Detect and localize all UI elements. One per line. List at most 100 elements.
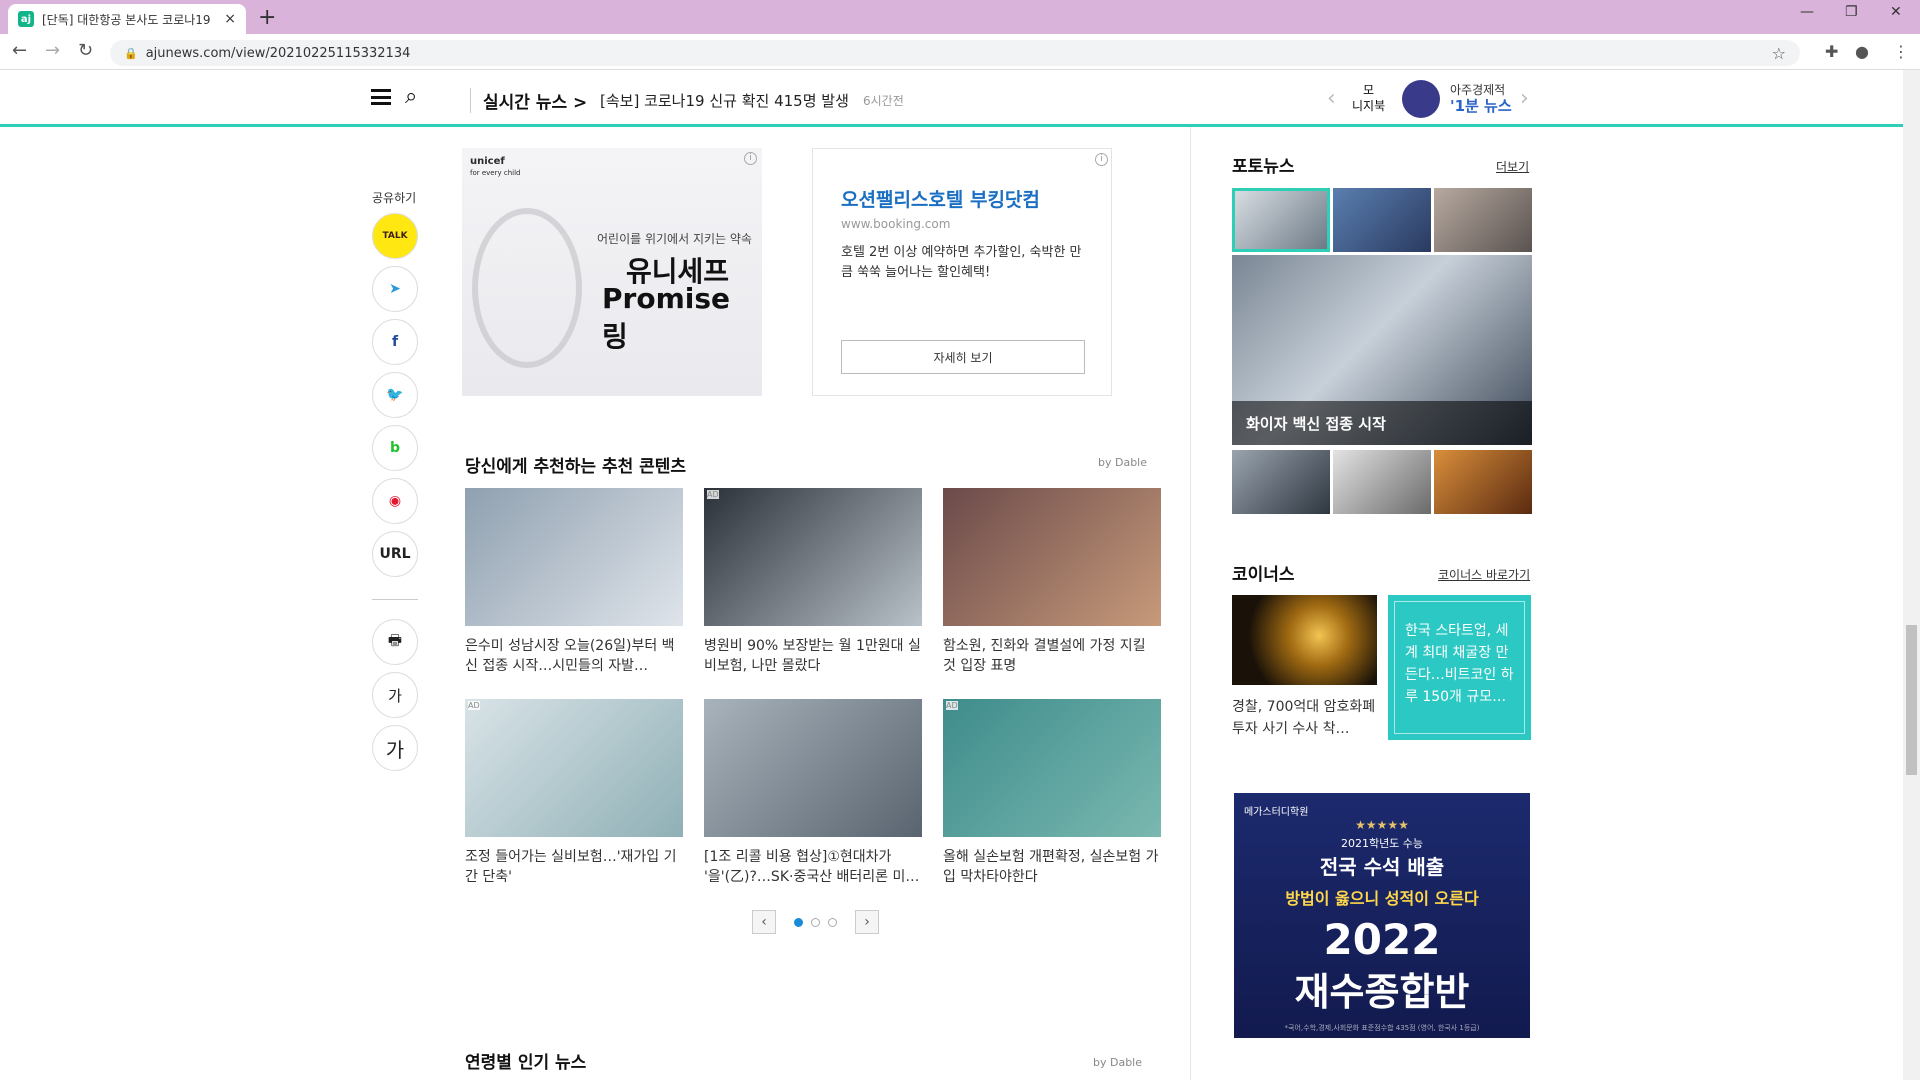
mega-line1: 2021학년도 수능	[1340, 837, 1424, 850]
close-window-icon[interactable]: ✕	[1890, 4, 1902, 20]
url-field[interactable]: 🔒 ajunews.com/view/20210225115332134 ☆	[110, 40, 1800, 66]
realtime-time: 6시간전	[863, 94, 904, 108]
menu-icon[interactable]: ⋮	[1893, 42, 1909, 61]
share-url-button[interactable]: URL	[372, 531, 418, 577]
site-header: ⌕ 실시간 뉴스 > [속보] 코로나19 신규 확진 415명 발생 6시간전…	[0, 70, 1903, 127]
photo-thumbnail[interactable]	[1333, 450, 1431, 514]
recommend-thumbnail[interactable]: AD	[943, 699, 1161, 837]
chevron-left-icon[interactable]: ‹	[1327, 86, 1336, 111]
photo-thumbnail[interactable]	[1333, 188, 1431, 252]
url-text: ajunews.com/view/20210225115332134	[145, 45, 411, 61]
ad-badge: AD	[468, 701, 480, 710]
lock-icon: 🔒	[124, 46, 138, 60]
profile-icon[interactable]: ●	[1855, 42, 1869, 61]
recommend-card[interactable]: 은수미 성남시장 오늘(26일)부터 백신 접종 시작…시민들의 자발…	[465, 488, 683, 676]
one-minute-news-logo[interactable]	[1402, 80, 1440, 118]
print-button[interactable]: 🖶	[372, 619, 418, 665]
page-scrollbar[interactable]	[1903, 70, 1920, 1080]
recommend-caption[interactable]: 함소원, 진화와 결별설에 가정 지킬 것 입장 표명	[943, 636, 1161, 676]
ad-info-icon[interactable]: i	[744, 152, 757, 165]
recommend-caption[interactable]: 은수미 성남시장 오늘(26일)부터 백신 접종 시작…시민들의 자발…	[465, 636, 683, 676]
recommend-card[interactable]: AD 조정 들어가는 실비보험…'재가입 기간 단축'	[465, 699, 683, 887]
unicef-ad[interactable]: unicef for every child 어린이를 위기에서 지키는 약속 유…	[462, 148, 762, 396]
hamburger-menu-icon[interactable]	[371, 89, 391, 105]
back-icon[interactable]: ←	[12, 40, 27, 61]
photo-thumbnail[interactable]	[1232, 450, 1330, 514]
bookmark-star-icon[interactable]: ☆	[1772, 44, 1786, 63]
browser-tab[interactable]: aj [단독] 대한항공 본사도 코로나19 ×	[8, 4, 246, 34]
share-weibo-button[interactable]: ◉	[372, 478, 418, 524]
megastudy-ad[interactable]: 메가스터디학원 ★★★★★ 2021학년도 수능 전국 수석 배출 방법이 옳으…	[1234, 793, 1530, 1038]
photo-news-more-link[interactable]: 더보기	[1496, 158, 1529, 175]
dable-credit[interactable]: by Dable	[1093, 1056, 1142, 1069]
recommend-thumbnail[interactable]	[943, 488, 1161, 626]
recommend-thumbnail[interactable]: AD	[704, 488, 922, 626]
maximize-icon[interactable]: ❐	[1845, 4, 1858, 20]
search-icon[interactable]: ⌕	[405, 84, 417, 109]
chevron-right-icon[interactable]: ›	[1520, 86, 1529, 111]
monijibook-link[interactable]: 모 니지북	[1352, 82, 1385, 114]
realtime-headline[interactable]: [속보] 코로나19 신규 확진 415명 발생	[600, 90, 849, 111]
extensions-icon[interactable]: ✚	[1825, 42, 1838, 61]
booking-ad[interactable]: 오션팰리스호텔 부킹닷컴 www.booking.com 호텔 2번 이상 예약…	[812, 148, 1112, 396]
ad-info-icon[interactable]: i	[1095, 153, 1108, 166]
one-minute-news-link[interactable]: 아주경제적 '1분 뉴스	[1450, 82, 1512, 115]
pager-prev-button[interactable]: ‹	[752, 910, 776, 934]
recommend-thumbnail[interactable]	[704, 699, 922, 837]
coinus-feature-box[interactable]: 한국 스타트업, 세계 최대 채굴장 만든다…비트코인 하루 150개 규모…	[1388, 595, 1531, 740]
unicef-promise: Promise 링	[602, 282, 730, 353]
reload-icon[interactable]: ↻	[78, 40, 93, 61]
minimize-icon[interactable]: —	[1800, 4, 1814, 20]
share-telegram-button[interactable]: ➤	[372, 266, 418, 312]
coinus-box-text: 한국 스타트업, 세계 최대 채굴장 만든다…비트코인 하루 150개 규모…	[1394, 601, 1525, 734]
mega-line2: 전국 수석 배출	[1319, 855, 1445, 879]
share-band-button[interactable]: b	[372, 425, 418, 471]
ad-badge: AD	[707, 490, 719, 499]
share-twitter-button[interactable]: 🐦	[372, 372, 418, 418]
bitcoin-image[interactable]	[1232, 595, 1377, 685]
tab-close-icon[interactable]: ×	[224, 11, 236, 27]
recommend-caption[interactable]: [1조 리콜 비용 협상]①현대차가 '을'(乙)?…SK·중국산 배터리론 미…	[704, 847, 922, 887]
pager-dot[interactable]	[794, 917, 803, 927]
photo-thumbnail[interactable]	[1434, 450, 1532, 514]
font-larger-button[interactable]: 가	[372, 725, 418, 771]
booking-desc: 호텔 2번 이상 예약하면 추가할인, 숙박한 만큼 쑥쑥 늘어나는 할인혜택!	[841, 245, 1082, 280]
pager-next-button[interactable]: ›	[855, 910, 879, 934]
photo-thumbnail[interactable]	[1232, 188, 1330, 252]
share-facebook-button[interactable]: f	[372, 319, 418, 365]
recommend-caption[interactable]: 조정 들어가는 실비보험…'재가입 기간 단축'	[465, 847, 683, 887]
ad-badge: AD	[946, 701, 958, 710]
rings-image	[472, 208, 582, 368]
coinus-link[interactable]: 코이너스 바로가기	[1438, 566, 1530, 583]
scrollbar-thumb[interactable]	[1906, 625, 1917, 775]
mo-line2: 니지북	[1352, 99, 1386, 113]
recommend-thumbnail[interactable]: AD	[465, 699, 683, 837]
share-kakaotalk-button[interactable]: TALK	[372, 213, 418, 259]
recommend-thumbnail[interactable]	[465, 488, 683, 626]
recommend-card[interactable]: AD 올해 실손보험 개편확정, 실손보험 가입 막차타야한다	[943, 699, 1161, 887]
photo-news-main-image[interactable]: 화이자 백신 접종 시작	[1232, 255, 1532, 445]
booking-details-button[interactable]: 자세히 보기	[841, 340, 1085, 374]
megastudy-brand: 메가스터디학원	[1244, 807, 1309, 818]
photo-news-title: 포토뉴스	[1232, 157, 1295, 177]
share-divider	[372, 599, 418, 600]
recommend-card[interactable]: AD 병원비 90% 보장받는 월 1만원대 실비보험, 나만 몰랐다	[704, 488, 922, 676]
photo-news-caption[interactable]: 화이자 백신 접종 시작	[1232, 401, 1532, 445]
stars-icon: ★★★★★	[1355, 818, 1409, 832]
coinus-caption[interactable]: 경찰, 700억대 암호화폐 투자 사기 수사 착…	[1232, 696, 1382, 740]
recommend-card[interactable]: 함소원, 진화와 결별설에 가정 지킬 것 입장 표명	[943, 488, 1161, 676]
booking-title[interactable]: 오션팰리스호텔 부킹닷컴	[841, 185, 1040, 212]
font-smaller-button[interactable]: 가	[372, 672, 418, 718]
mega-line4: 2022	[1323, 915, 1441, 964]
recommend-caption[interactable]: 병원비 90% 보장받는 월 1만원대 실비보험, 나만 몰랐다	[704, 636, 922, 676]
recommend-card[interactable]: [1조 리콜 비용 협상]①현대차가 '을'(乙)?…SK·중국산 배터리론 미…	[704, 699, 922, 887]
dable-credit[interactable]: by Dable	[1098, 456, 1147, 469]
pager-dot[interactable]	[828, 917, 837, 927]
new-tab-button[interactable]: +	[258, 5, 276, 30]
tab-title: [단독] 대한항공 본사도 코로나19	[42, 12, 211, 27]
pager-dot[interactable]	[811, 917, 820, 927]
recommend-caption[interactable]: 올해 실손보험 개편확정, 실손보험 가입 막차타야한다	[943, 847, 1161, 887]
realtime-news-label[interactable]: 실시간 뉴스 >	[470, 88, 587, 113]
forward-icon[interactable]: →	[45, 40, 60, 61]
photo-thumbnail[interactable]	[1434, 188, 1532, 252]
